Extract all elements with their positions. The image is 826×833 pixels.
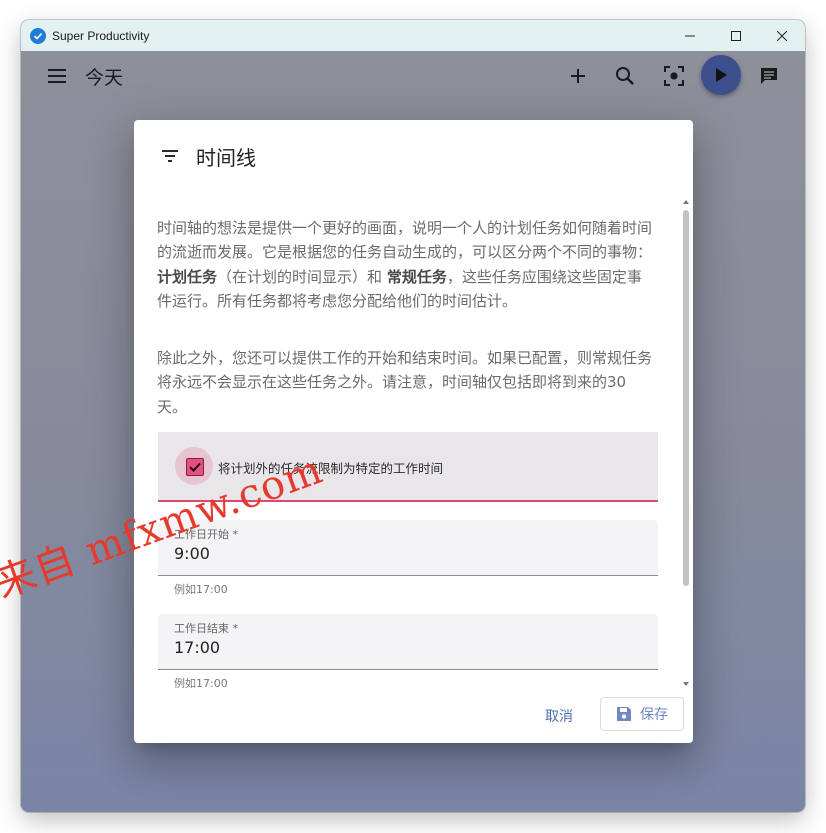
scroll-thumb[interactable] [683, 210, 689, 586]
workday-start-field[interactable]: 工作日开始 * 9:00 [158, 520, 658, 576]
page-title: 今天 [85, 67, 124, 89]
bold-term-scheduled: 计划任务 [157, 267, 218, 286]
cancel-button[interactable]: 取消 [532, 698, 586, 734]
close-button[interactable] [759, 20, 805, 51]
dialog-content[interactable]: 时间轴的想法是提供一个更好的画面，说明一个人的计划任务如何随着时间的流逝而发展。… [134, 196, 693, 688]
filter-icon [158, 144, 182, 168]
notes-icon[interactable] [757, 64, 781, 88]
minimize-icon [685, 35, 695, 36]
close-icon [777, 30, 787, 41]
workday-start-hint: 例如17:00 [174, 583, 228, 596]
focus-icon[interactable] [662, 64, 686, 88]
title-bar: Super Productivity [21, 20, 805, 51]
menu-icon[interactable] [45, 64, 69, 88]
search-icon[interactable] [613, 64, 637, 88]
limit-work-hours-checkbox[interactable] [186, 458, 204, 476]
workday-end-label: 工作日结束 * [174, 622, 238, 635]
save-label: 保存 [640, 707, 668, 723]
workday-end-field[interactable]: 工作日结束 * 17:00 [158, 614, 658, 670]
check-icon [189, 462, 201, 472]
save-icon [617, 707, 631, 721]
minimize-button[interactable] [667, 20, 713, 51]
app-backdrop: 今天 时间线 时间轴的想法是提供一个更好的画面，说明一个人的计划任务如何随着时间… [21, 51, 805, 812]
description-paragraph: 时间轴的想法是提供一个更好的画面，说明一个人的计划任务如何随着时间的流逝而发展。… [157, 219, 653, 310]
maximize-button[interactable] [713, 20, 759, 51]
dialog-title: 时间线 [196, 146, 256, 170]
dialog-actions: 取消 保存 [134, 688, 693, 743]
workday-end-input[interactable]: 17:00 [174, 638, 220, 657]
scroll-down-arrow[interactable] [683, 682, 689, 686]
workday-start-input[interactable]: 9:00 [174, 544, 210, 563]
app-window: Super Productivity 今天 时间线 时间轴的想法是提供一个更好的… [21, 20, 805, 812]
maximize-icon [731, 30, 741, 41]
app-icon [30, 27, 46, 44]
work-hours-paragraph: 除此之外，您还可以提供工作的开始和结束时间。如果已配置，则常规任务将永远不会显示… [157, 349, 653, 416]
dialog-header: 时间线 [134, 120, 693, 190]
play-icon [716, 68, 727, 82]
add-icon[interactable] [566, 64, 590, 88]
scroll-up-arrow[interactable] [683, 200, 689, 204]
timeline-dialog: 时间线 时间轴的想法是提供一个更好的画面，说明一个人的计划任务如何随着时间的流逝… [134, 120, 693, 743]
bold-term-regular: 常规任务 [386, 267, 447, 286]
play-button[interactable] [701, 55, 741, 95]
save-button[interactable]: 保存 [600, 697, 684, 731]
window-title: Super Productivity [52, 28, 150, 43]
main-toolbar: 今天 [21, 51, 805, 101]
dialog-scrollbar[interactable] [680, 200, 692, 690]
workday-end-hint: 例如17:00 [174, 677, 228, 688]
